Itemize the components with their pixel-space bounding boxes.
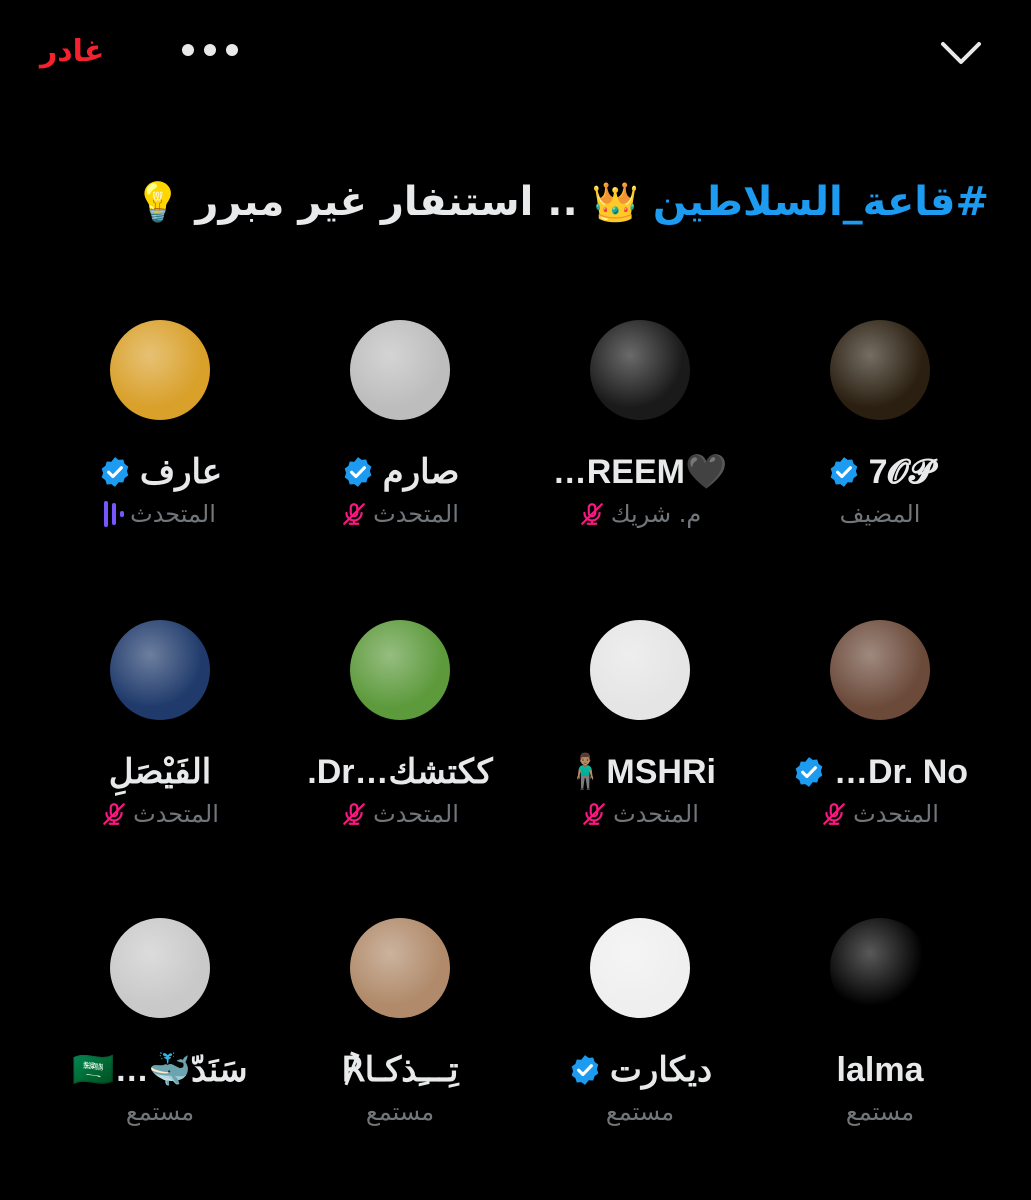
space-title-text: .. استنفار غير مبرر	[181, 179, 578, 225]
participant-name: الفَيْصَلِ	[108, 753, 212, 791]
mic-off-icon	[583, 803, 605, 825]
participant-name-row: تِـــِذكـا℟	[342, 1048, 459, 1092]
lightbulb-emoji: 💡	[134, 180, 182, 224]
participant-role: م. شريك	[610, 500, 702, 528]
participant-name-row: MSHRi🧍🏽‍♂️	[564, 750, 716, 794]
participant-role: المتحدث	[130, 500, 216, 528]
avatar[interactable]	[830, 320, 930, 420]
participant-name-row: عارف	[98, 450, 222, 494]
avatar[interactable]	[590, 320, 690, 420]
verified-badge-icon	[795, 757, 823, 787]
participant-name: 7𝓞𝓟	[868, 452, 934, 491]
participant-card[interactable]: 7𝓞𝓟 المضيف	[760, 310, 1000, 610]
participant-name: عارف	[139, 453, 223, 491]
participant-name: lalma	[836, 1050, 924, 1089]
participant-role-row: مستمع	[366, 1098, 434, 1126]
verified-badge-icon	[101, 457, 129, 487]
participant-name: Dr. No…	[833, 752, 969, 791]
participant-role-row: المتحدث	[821, 800, 939, 828]
participant-role-row: المتحدث	[341, 500, 459, 528]
participant-card[interactable]: عارف المتحدث	[40, 310, 280, 610]
crown-emoji: 👑	[591, 180, 639, 224]
mic-off-icon	[343, 503, 365, 525]
avatar[interactable]	[590, 620, 690, 720]
participant-role-row: المتحدث	[104, 500, 216, 528]
participant-name-row: Dr. No…	[792, 750, 968, 794]
verified-badge-icon	[830, 457, 857, 487]
participant-role-row: المضيف	[840, 500, 921, 528]
participant-name-row: lalma	[837, 1048, 924, 1092]
avatar[interactable]	[110, 918, 210, 1018]
avatar[interactable]	[350, 320, 450, 420]
participant-role-row: مستمع	[846, 1098, 914, 1126]
more-options-button[interactable]	[182, 44, 238, 56]
more-dots-icon	[182, 44, 194, 56]
mic-off-icon	[580, 503, 603, 525]
leave-button[interactable]: غادر	[40, 34, 104, 69]
participant-role: مستمع	[605, 1098, 675, 1126]
participant-role-row: م. شريك	[579, 500, 701, 528]
participant-name-row: ديكارت	[568, 1048, 712, 1092]
participant-card[interactable]: صارم المتحدث	[280, 310, 520, 610]
participant-role: المتحدث	[133, 800, 219, 828]
participant-role: مستمع	[125, 1098, 195, 1126]
avatar[interactable]	[350, 620, 450, 720]
avatar[interactable]	[830, 620, 930, 720]
participant-name: MSHRi🧍🏽‍♂️	[564, 753, 716, 791]
participant-role: المتحدث	[373, 500, 459, 528]
participant-name: ديكارت	[609, 1051, 713, 1089]
participant-name-row: 🖤REEM…	[553, 450, 728, 494]
participant-role: المتحدث	[613, 800, 699, 828]
top-bar: غادر	[0, 0, 1031, 110]
mic-off-icon	[103, 803, 125, 825]
participant-role-row: المتحدث	[341, 800, 459, 828]
participant-card[interactable]: ككتشك…Dr. المتحدث	[280, 610, 520, 908]
participant-card[interactable]: lalma مستمع	[760, 908, 1000, 1130]
participant-card[interactable]: تِـــِذكـا℟ مستمع	[280, 908, 520, 1130]
participant-role: المضيف	[839, 500, 921, 528]
participant-name-row: سَنَدّ🐳…🇸🇦	[72, 1048, 247, 1092]
participant-card[interactable]: سَنَدّ🐳…🇸🇦 مستمع	[40, 908, 280, 1130]
avatar[interactable]	[830, 918, 930, 1018]
participant-card[interactable]: الفَيْصَلِ المتحدث	[40, 610, 280, 908]
chevron-down-icon[interactable]	[937, 34, 985, 74]
participants-grid: 7𝓞𝓟 المضيف 🖤REEM… م. شريك صارم المتحدث عارف الم…	[40, 310, 1000, 1130]
avatar[interactable]	[350, 918, 450, 1018]
participant-name: صارم	[382, 453, 460, 491]
participant-card[interactable]: MSHRi🧍🏽‍♂️ المتحدث	[520, 610, 760, 908]
participant-role-row: مستمع	[126, 1098, 194, 1126]
participant-name: تِـــِذكـا℟	[341, 1051, 459, 1089]
space-title: #قاعة_السلاطين 👑 .. استنفار غير مبرر 💡	[40, 172, 989, 232]
participant-card[interactable]: Dr. No… المتحدث	[760, 610, 1000, 908]
participant-name-row: صارم	[341, 450, 460, 494]
mic-off-icon	[343, 803, 365, 825]
participant-card[interactable]: ديكارت مستمع	[520, 908, 760, 1130]
space-hashtag[interactable]: #قاعة_السلاطين	[653, 179, 989, 225]
participant-role-row: المتحدث	[581, 800, 699, 828]
participant-name-row: الفَيْصَلِ	[109, 750, 212, 794]
participant-role: مستمع	[845, 1098, 915, 1126]
avatar[interactable]	[110, 620, 210, 720]
participant-name-row: ككتشك…Dr.	[307, 750, 492, 794]
participant-name: ككتشك…Dr.	[307, 753, 493, 791]
avatar[interactable]	[110, 320, 210, 420]
participant-role: المتحدث	[373, 800, 459, 828]
participant-role: مستمع	[365, 1098, 435, 1126]
verified-badge-icon	[344, 457, 371, 487]
participant-name: سَنَدّ🐳…🇸🇦	[72, 1051, 248, 1089]
participant-role-row: المتحدث	[101, 800, 219, 828]
participant-role-row: مستمع	[606, 1098, 674, 1126]
speaking-indicator-icon	[104, 501, 125, 527]
participant-card[interactable]: 🖤REEM… م. شريك	[520, 310, 760, 610]
mic-off-icon	[823, 803, 845, 825]
participant-name: 🖤REEM…	[552, 453, 728, 491]
participant-role: المتحدث	[853, 800, 939, 828]
avatar[interactable]	[590, 918, 690, 1018]
verified-badge-icon	[571, 1055, 599, 1085]
participant-name-row: 7𝓞𝓟	[827, 450, 934, 494]
